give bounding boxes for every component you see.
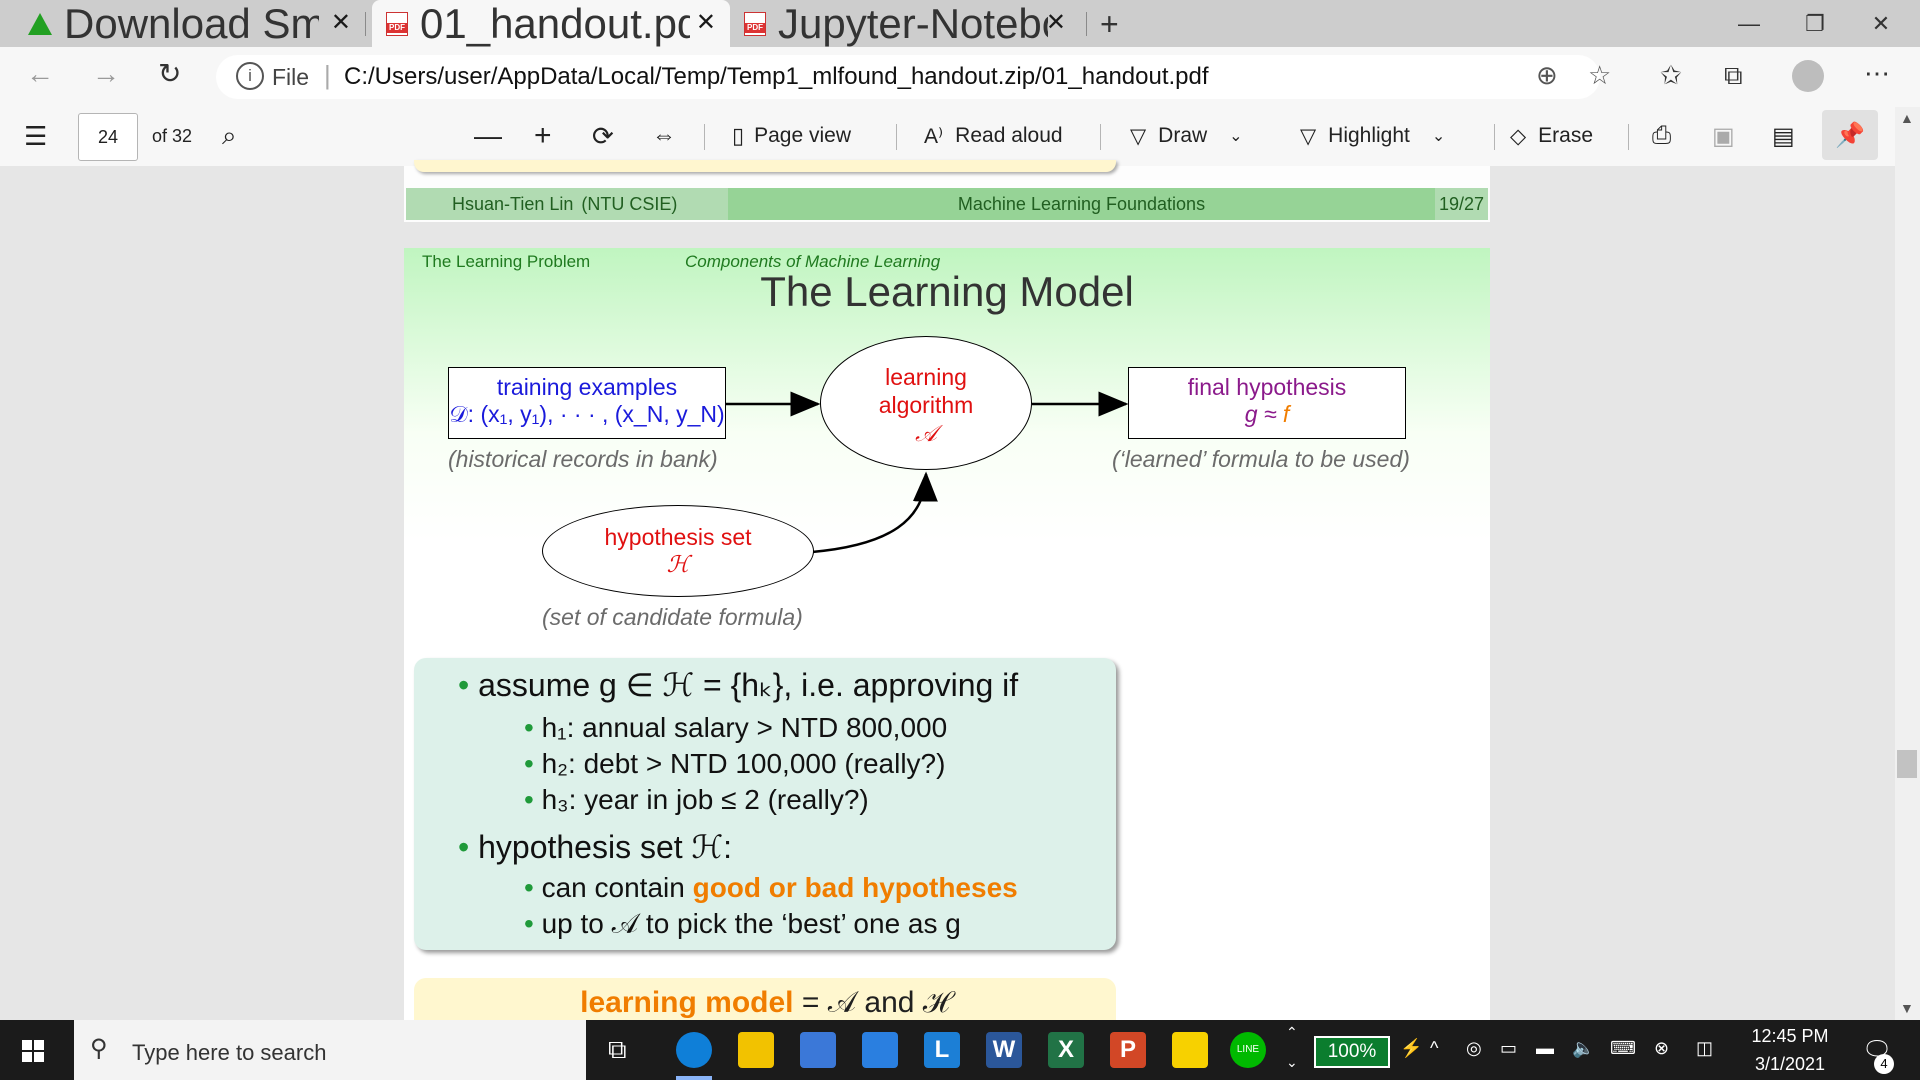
line-icon[interactable]: LINE bbox=[1230, 1032, 1266, 1068]
learning-model-text: learning model = 𝒜 and ℋ bbox=[414, 986, 1116, 1020]
bullet-pick-best-text: up to 𝒜 to pick the ‘best’ one as g bbox=[541, 908, 961, 939]
bullet-dot: • bbox=[458, 667, 470, 703]
bullet-good-bad-pre: can contain bbox=[541, 872, 685, 903]
bullet-assume: • assume g ∈ ℋ = {hₖ}, i.e. approving if bbox=[458, 666, 1018, 704]
learning-algorithm-ellipse: learning algorithm 𝒜 bbox=[820, 336, 1032, 470]
hset-symbol: ℋ bbox=[666, 551, 690, 577]
arrow-hset-to-algorithm bbox=[811, 471, 938, 554]
final-title: final hypothesis bbox=[1187, 374, 1347, 400]
search-icon: ⚲ bbox=[90, 1035, 108, 1062]
battery-icon[interactable]: ▬ bbox=[1536, 1038, 1554, 1059]
bullet-dot: • bbox=[524, 872, 534, 903]
word-icon[interactable]: W bbox=[986, 1032, 1022, 1068]
notification-count: 4 bbox=[1874, 1054, 1894, 1074]
bullet-assume-text: assume g ∈ ℋ = {hₖ}, i.e. approving if bbox=[478, 667, 1019, 703]
learning-model-highlight: learning model bbox=[580, 986, 794, 1019]
bullet-h3: • h₃: year in job ≤ 2 (really?) bbox=[524, 784, 869, 816]
final-hypothesis-box: final hypothesis g ≈ f bbox=[1128, 367, 1406, 439]
bullet-h3-text: h₃: year in job ≤ 2 (really?) bbox=[541, 784, 869, 815]
algo-line2: algorithm bbox=[878, 392, 974, 418]
final-f: f bbox=[1282, 401, 1290, 427]
bullet-hset-text: hypothesis set ℋ: bbox=[478, 829, 733, 865]
algo-line1: learning bbox=[885, 364, 967, 390]
chevron-down-icon[interactable]: ⌄ bbox=[1286, 1054, 1298, 1071]
bullet-dot: • bbox=[458, 829, 470, 865]
task-view-icon[interactable]: ⧉ bbox=[608, 1034, 627, 1066]
training-examples-box: training examples 𝒟: (x₁, y₁), · · · , (… bbox=[448, 367, 726, 439]
chevron-up-icon[interactable]: ⌃ bbox=[1286, 1024, 1298, 1041]
volume-icon[interactable]: 🔈 bbox=[1572, 1038, 1594, 1059]
keyboard-icon[interactable]: ⌨ bbox=[1610, 1038, 1636, 1059]
mail-icon[interactable] bbox=[862, 1032, 898, 1068]
battery-percent[interactable]: 100% bbox=[1314, 1036, 1390, 1068]
excel-icon[interactable]: X bbox=[1048, 1032, 1084, 1068]
bullet-dot: • bbox=[524, 748, 534, 779]
bullet-h2: • h₂: debt > NTD 100,000 (really?) bbox=[524, 748, 945, 780]
training-formula: 𝒟: (x₁, y₁), · · · , (x_N, y_N) bbox=[449, 401, 725, 427]
hset-caption: (set of candidate formula) bbox=[542, 604, 803, 630]
bullet-dot: • bbox=[524, 784, 534, 815]
bullet-pick-best: • up to 𝒜 to pick the ‘best’ one as g bbox=[524, 908, 961, 941]
final-g: g ≈ bbox=[1244, 401, 1277, 427]
bullet-h1: • h₁: annual salary > NTD 800,000 bbox=[524, 712, 947, 744]
charging-icon: ⚡ bbox=[1400, 1038, 1423, 1058]
sticky-notes-icon[interactable] bbox=[1172, 1032, 1208, 1068]
store-icon[interactable] bbox=[800, 1032, 836, 1068]
bullet-h1-text: h₁: annual salary > NTD 800,000 bbox=[541, 712, 948, 743]
windows-start-icon[interactable] bbox=[22, 1040, 44, 1062]
bullet-h2-text: h₂: debt > NTD 100,000 (really?) bbox=[541, 748, 946, 779]
show-hidden-icons[interactable]: ^ bbox=[1430, 1038, 1438, 1059]
powerpoint-icon[interactable]: P bbox=[1110, 1032, 1146, 1068]
bullet-good-bad-highlight: good or bad hypotheses bbox=[692, 872, 1018, 903]
app-tray-icon[interactable]: ◫ bbox=[1696, 1038, 1713, 1059]
clock-date[interactable]: 3/1/2021 bbox=[1740, 1054, 1840, 1075]
bullet-hset: • hypothesis set ℋ: bbox=[458, 828, 732, 866]
close-circle-icon[interactable]: ⊗ bbox=[1654, 1038, 1669, 1059]
hset-title: hypothesis set bbox=[604, 524, 752, 550]
meet-now-icon[interactable]: ◎ bbox=[1466, 1038, 1482, 1059]
search-placeholder: Type here to search bbox=[132, 1040, 327, 1065]
app-l-icon[interactable]: L bbox=[924, 1032, 960, 1068]
active-app-indicator bbox=[676, 1076, 712, 1080]
hypothesis-set-ellipse: hypothesis set ℋ bbox=[542, 505, 814, 597]
edge-icon[interactable] bbox=[676, 1032, 712, 1068]
algo-symbol: 𝒜 bbox=[915, 420, 937, 446]
file-explorer-icon[interactable] bbox=[738, 1032, 774, 1068]
clock-time[interactable]: 12:45 PM bbox=[1740, 1026, 1840, 1047]
network-icon[interactable]: ▭ bbox=[1500, 1038, 1517, 1059]
bullet-good-bad: • can contain good or bad hypotheses bbox=[524, 872, 1018, 904]
final-caption: (‘learned’ formula to be used) bbox=[1112, 446, 1410, 472]
learning-model-rest: = 𝒜 and ℋ bbox=[801, 986, 950, 1019]
bullet-dot: • bbox=[524, 712, 534, 743]
training-caption: (historical records in bank) bbox=[448, 446, 718, 472]
training-title: training examples bbox=[496, 374, 678, 400]
bullet-dot: • bbox=[524, 908, 534, 939]
